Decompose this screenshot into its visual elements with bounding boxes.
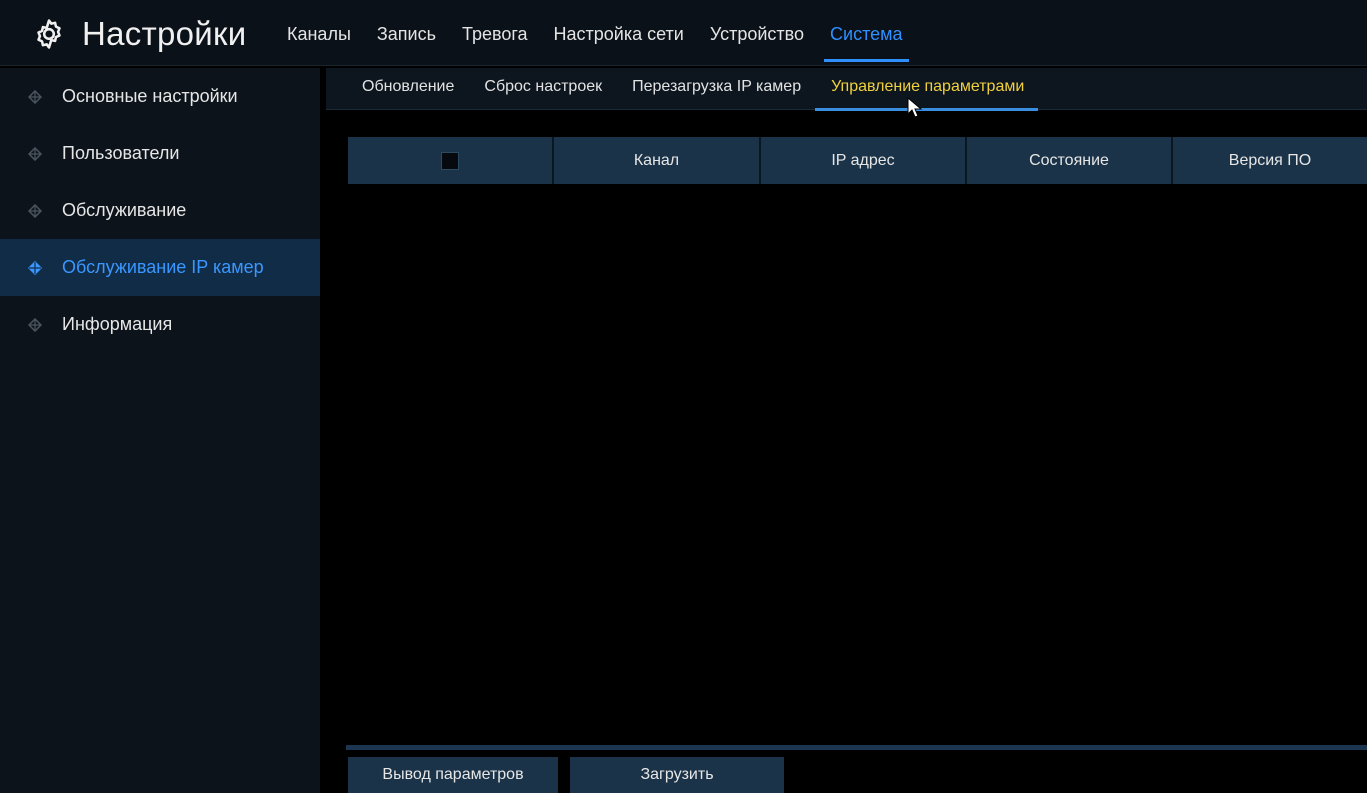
export-parameters-button[interactable]: Вывод параметров [348, 757, 558, 793]
sidebar-item-maintenance[interactable]: Обслуживание [0, 182, 320, 239]
gear-icon [37, 19, 61, 49]
sidebar: Основные настройки Пользователи Обслужив… [0, 68, 320, 793]
sidebar-item-label: Обслуживание IP камер [62, 257, 264, 277]
tab-channels[interactable]: Каналы [287, 0, 351, 66]
camera-table-header: Канал IP адрес Состояние Версия ПО [348, 137, 1367, 184]
sidebar-item-users[interactable]: Пользователи [0, 125, 320, 182]
tab-device[interactable]: Устройство [710, 0, 804, 66]
tab-network[interactable]: Настройка сети [554, 0, 684, 66]
diamond-target-icon [28, 260, 42, 275]
main-tabs: Каналы Запись Тревога Настройка сети Уст… [287, 0, 929, 66]
sidebar-item-general[interactable]: Основные настройки [0, 68, 320, 125]
sidebar-item-ip-camera-maintenance[interactable]: Обслуживание IP камер [0, 239, 320, 296]
column-header-channel[interactable]: Канал [554, 137, 761, 184]
select-all-cell [348, 137, 554, 184]
tab-record[interactable]: Запись [377, 0, 436, 66]
column-header-status[interactable]: Состояние [967, 137, 1173, 184]
mouse-cursor-icon [907, 97, 923, 118]
app-title: Настройки [32, 12, 247, 56]
subtab-reset[interactable]: Сброс настроек [484, 68, 602, 110]
subtab-parameter-management[interactable]: Управление параметрами [815, 68, 1039, 111]
sidebar-item-information[interactable]: Информация [0, 296, 320, 353]
column-header-ip-address[interactable]: IP адрес [761, 137, 967, 184]
tab-system[interactable]: Система [824, 0, 908, 66]
top-bar: Настройки Каналы Запись Тревога Настройк… [0, 0, 1367, 66]
diamond-target-icon [28, 146, 42, 161]
footer-divider [346, 745, 1367, 750]
page-title: Настройки [82, 15, 247, 52]
select-all-checkbox[interactable] [441, 151, 459, 170]
load-button[interactable]: Загрузить [570, 757, 784, 793]
column-header-firmware-version[interactable]: Версия ПО [1173, 137, 1367, 184]
subtab-reboot-ip-cameras[interactable]: Перезагрузка IP камер [632, 68, 801, 110]
subtab-update[interactable]: Обновление [362, 68, 454, 110]
sidebar-item-label: Информация [62, 314, 173, 334]
diamond-target-icon [28, 89, 42, 104]
tab-alarm[interactable]: Тревога [462, 0, 528, 66]
diamond-target-icon [28, 317, 42, 332]
sidebar-item-label: Обслуживание [62, 200, 187, 220]
sidebar-item-label: Основные настройки [62, 86, 238, 106]
diamond-target-icon [28, 203, 42, 218]
sidebar-item-label: Пользователи [62, 143, 180, 163]
sub-tabs: Обновление Сброс настроек Перезагрузка I… [326, 68, 1367, 111]
